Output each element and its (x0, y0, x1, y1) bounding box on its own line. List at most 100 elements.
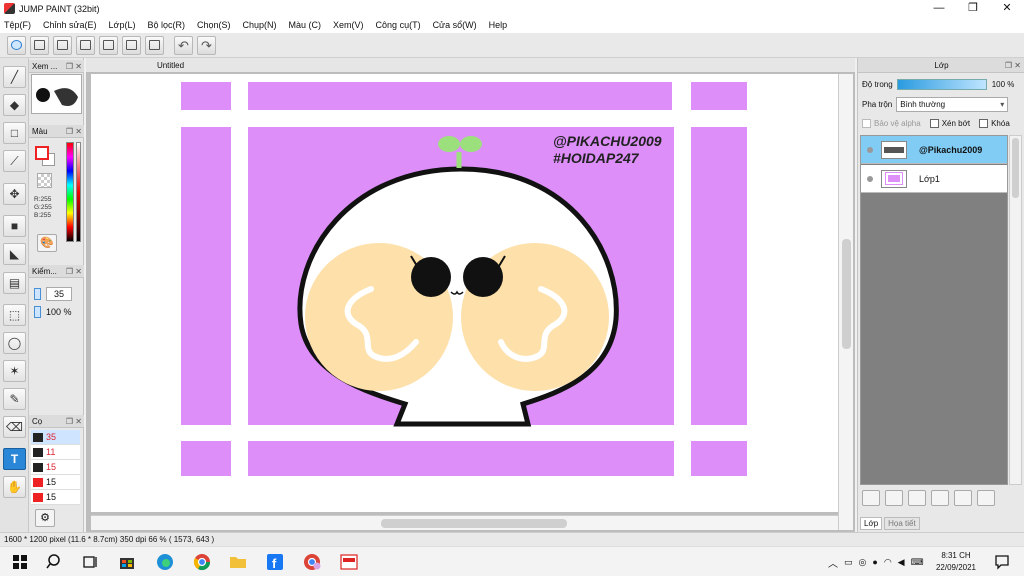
menu-edit[interactable]: Chỉnh sửa(E) (43, 20, 97, 30)
panel-buttons[interactable]: ❐ ✕ (66, 125, 82, 138)
menu-select[interactable]: Chọn(S) (197, 20, 231, 30)
text-tool[interactable]: T (3, 448, 26, 470)
menu-file[interactable]: Tệp(F) (4, 20, 31, 30)
undo-button[interactable]: ↶ (174, 35, 193, 55)
panel-buttons[interactable]: ❐ ✕ (1005, 58, 1021, 73)
windows-start-icon[interactable] (11, 553, 29, 571)
store-icon[interactable] (118, 553, 136, 571)
chrome-icon[interactable] (193, 553, 211, 571)
new-folder-button[interactable] (954, 490, 972, 506)
canvas-vertical-scrollbar[interactable] (838, 74, 853, 530)
microphone-icon[interactable]: ● (872, 557, 877, 567)
checklist-button[interactable] (145, 35, 164, 55)
visibility-icon[interactable] (867, 146, 873, 153)
wifi-icon[interactable]: ◠ (884, 557, 892, 568)
hue-slider[interactable] (66, 142, 74, 242)
marquee-tool[interactable]: ⬚ (3, 304, 26, 326)
document-tab[interactable]: Untitled (86, 58, 855, 73)
scroll-thumb[interactable] (842, 239, 851, 349)
scroll-thumb[interactable] (1012, 138, 1019, 198)
chrome-profile-icon[interactable] (303, 553, 321, 571)
battery-icon[interactable]: ▭ (844, 557, 853, 568)
lasso-tool[interactable]: ◯ (3, 332, 26, 354)
brush-settings-button[interactable]: ⚙ (35, 509, 55, 527)
panel-buttons[interactable]: ❐ ✕ (66, 265, 82, 278)
layer-item[interactable]: @Pikachu2009 (861, 136, 1007, 164)
menu-filter[interactable]: Bộ lọc(R) (147, 20, 185, 30)
network-icon[interactable]: ◎ (859, 557, 867, 568)
export-button[interactable] (30, 35, 49, 55)
menu-help[interactable]: Help (489, 20, 508, 30)
redo-button[interactable]: ↷ (197, 35, 216, 55)
lock-checkbox[interactable]: Khóa (979, 119, 1010, 128)
canvas-horizontal-scrollbar[interactable] (91, 515, 838, 530)
transparent-color-swatch[interactable] (37, 173, 52, 188)
facebook-icon[interactable]: f (266, 553, 284, 571)
minimize-button[interactable]: — (922, 0, 956, 17)
line-tool[interactable]: ⟋ (3, 150, 26, 172)
blend-mode-select[interactable]: Bình thường (896, 97, 1009, 112)
layer-list-scrollbar[interactable] (1009, 135, 1022, 485)
size-slider[interactable] (34, 288, 41, 300)
tab-layers[interactable]: Lớp (860, 517, 883, 530)
magic-wand-tool[interactable]: ✶ (3, 360, 26, 382)
protect-alpha-checkbox[interactable]: Bảo vệ alpha (862, 119, 921, 128)
notifications-icon[interactable] (993, 553, 1011, 571)
select-pen-tool[interactable]: ✎ (3, 388, 26, 410)
bucket-tool[interactable]: ◣ (3, 243, 26, 265)
close-button[interactable]: ✕ (990, 0, 1024, 17)
move-tool[interactable]: ✥ (3, 183, 26, 205)
menu-tools[interactable]: Công cụ(T) (376, 20, 421, 30)
layer-item[interactable]: Lớp1 (861, 165, 1007, 193)
document-button[interactable] (99, 35, 118, 55)
message-button[interactable] (76, 35, 95, 55)
navigator-preview[interactable] (31, 74, 82, 114)
menu-layer[interactable]: Lớp(L) (109, 20, 136, 30)
maximize-button[interactable]: ❐ (956, 0, 990, 17)
menu-view[interactable]: Xem(V) (333, 20, 364, 30)
select-eraser-tool[interactable]: ⌫ (3, 416, 26, 438)
drawing-canvas[interactable]: @PIKACHU2009 #HOIDAP247 (91, 74, 838, 512)
brush-item[interactable]: 11 (31, 445, 80, 460)
palette-button[interactable]: 🎨 (37, 234, 57, 252)
task-view-icon[interactable] (81, 553, 99, 571)
jump-paint-taskbar-icon[interactable] (340, 553, 358, 571)
brush-item[interactable]: 15 (31, 475, 80, 490)
brush-item[interactable]: 15 (31, 460, 80, 475)
gradient-tool[interactable]: ▤ (3, 272, 26, 294)
system-clock[interactable]: 8:31 CH 22/09/2021 (931, 550, 981, 574)
new-raster-layer-button[interactable] (885, 490, 903, 506)
panel-buttons[interactable]: ❐ ✕ (66, 60, 82, 73)
clip-checkbox[interactable]: Xén bớt (929, 119, 970, 128)
visibility-icon[interactable] (867, 175, 873, 182)
list-button[interactable] (122, 35, 141, 55)
brush-tool[interactable]: ╱ (3, 66, 26, 88)
language-icon[interactable]: ⌨ (911, 557, 924, 568)
menu-window[interactable]: Cửa sổ(W) (433, 20, 477, 30)
edge-icon[interactable] (156, 553, 174, 571)
menu-capture[interactable]: Chụp(N) (243, 20, 277, 30)
brush-item[interactable]: 35 (31, 430, 80, 445)
select-rect-tool[interactable]: □ (3, 122, 26, 144)
menu-color[interactable]: Màu (C) (289, 20, 322, 30)
new-layer-button[interactable] (862, 490, 880, 506)
scroll-thumb[interactable] (381, 519, 567, 528)
foreground-color-swatch[interactable] (35, 146, 49, 160)
eraser-tool[interactable]: ◆ (3, 94, 26, 116)
duplicate-layer-button[interactable] (977, 490, 995, 506)
folder-icon[interactable] (229, 553, 247, 571)
cloud-button[interactable] (7, 35, 26, 55)
volume-icon[interactable]: ◀ (898, 557, 905, 568)
copy-layer-button[interactable] (908, 490, 926, 506)
show-hidden-icons-icon[interactable]: ︿ (828, 555, 838, 570)
hand-tool[interactable]: ✋ (3, 476, 26, 498)
halftone-layer-button[interactable] (931, 490, 949, 506)
fill-rect-tool[interactable]: ■ (3, 215, 26, 237)
layer-opacity-slider[interactable] (896, 79, 987, 90)
opacity-slider[interactable] (34, 306, 41, 318)
search-icon[interactable] (46, 553, 64, 571)
comment-button[interactable] (53, 35, 72, 55)
brush-size-input[interactable]: 35 (46, 287, 72, 301)
panel-buttons[interactable]: ❐ ✕ (66, 415, 82, 428)
brush-item[interactable]: 15 (31, 490, 80, 505)
